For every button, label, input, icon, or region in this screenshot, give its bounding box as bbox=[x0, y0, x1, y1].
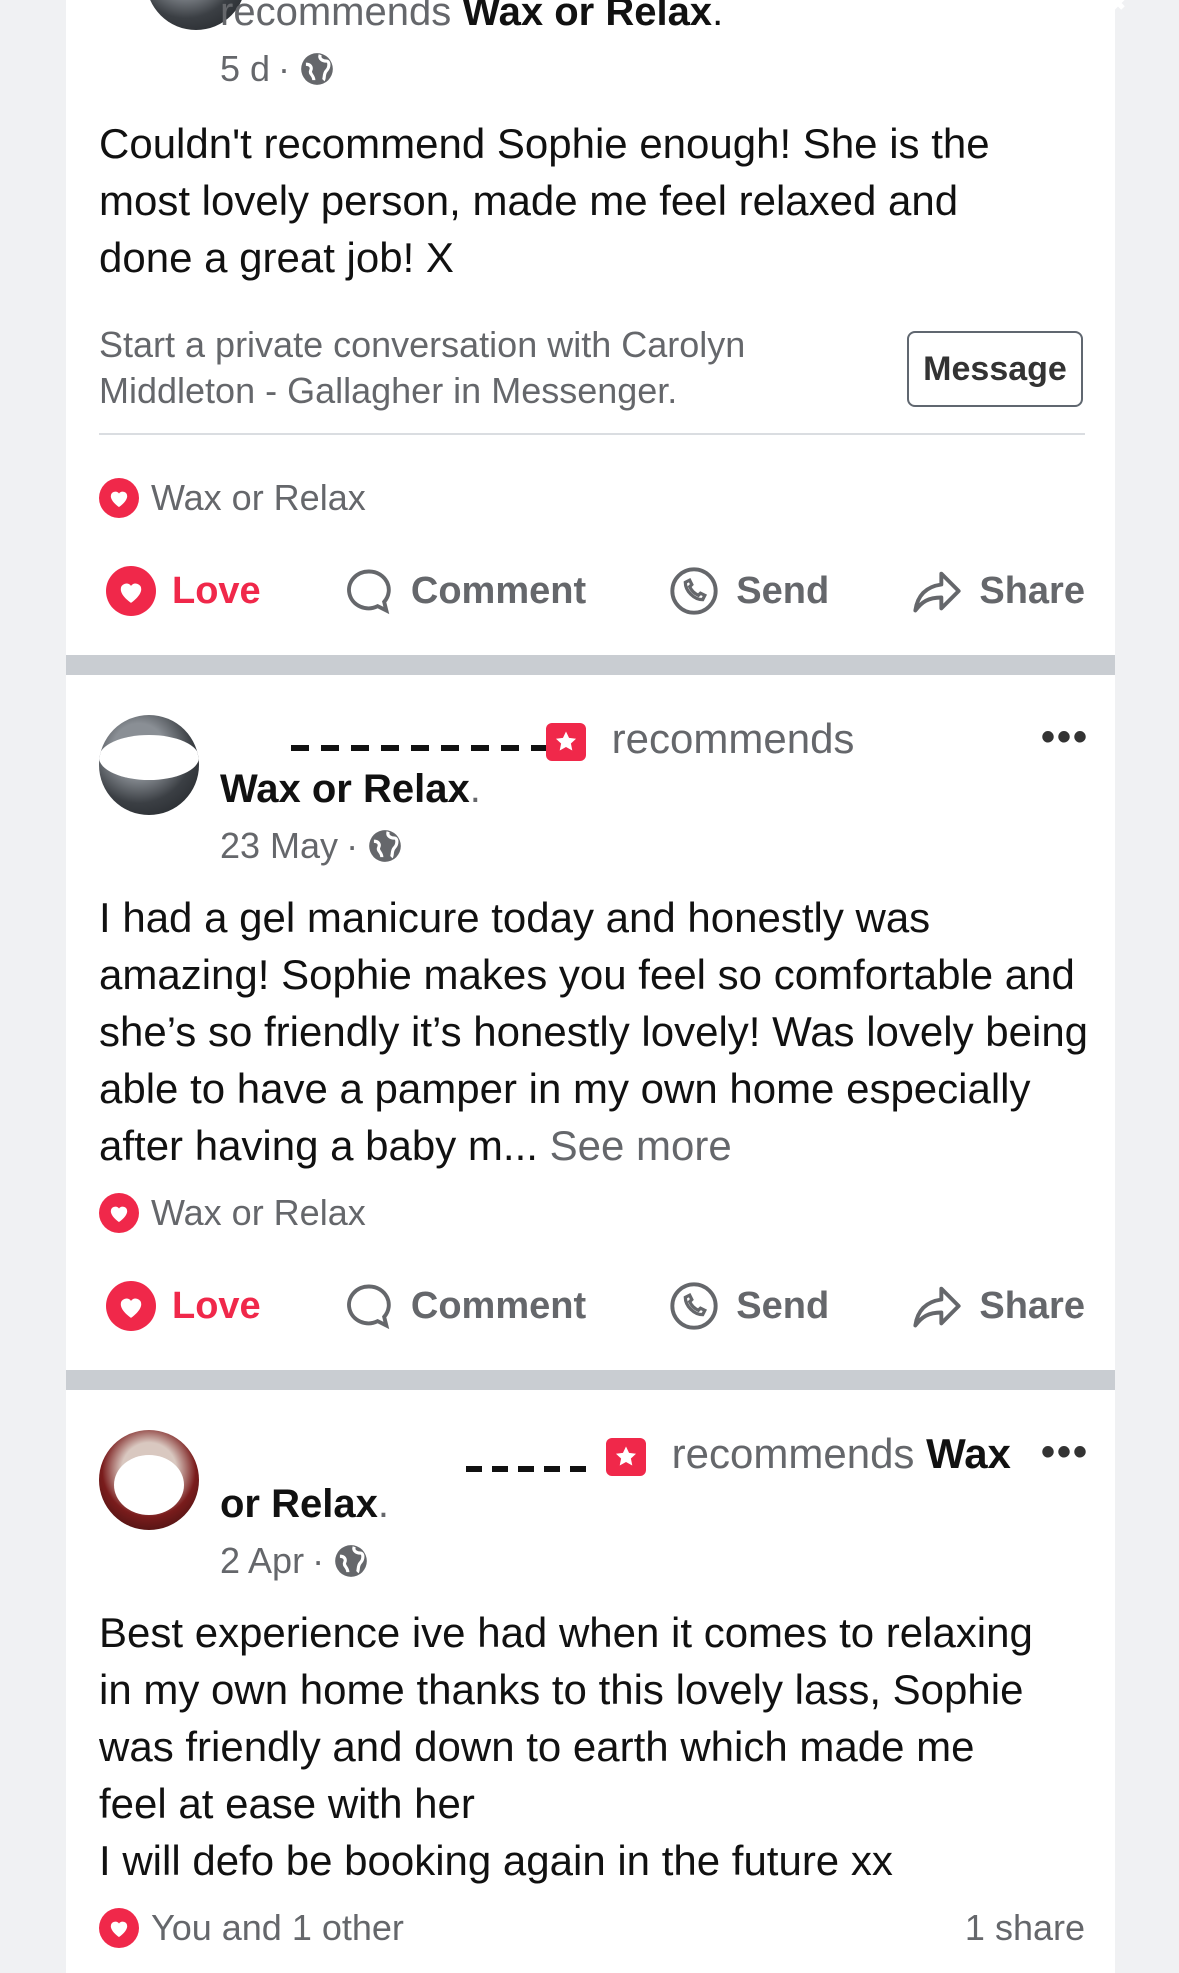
post1-message-prompt-line1: Start a private conversation with Caroly… bbox=[99, 324, 746, 365]
love-label: Love bbox=[172, 569, 261, 612]
post3-meta: 2 Apr · bbox=[220, 1540, 370, 1582]
heart-icon bbox=[99, 478, 139, 518]
share-label: Share bbox=[979, 569, 1085, 612]
post2-time[interactable]: 23 May bbox=[220, 825, 338, 867]
send-icon bbox=[670, 1282, 718, 1330]
post3-body-line1: Best experience ive had when it comes to… bbox=[99, 1609, 1033, 1656]
post3-shares[interactable]: 1 share bbox=[965, 1907, 1085, 1949]
post3-page-name-part2[interactable]: or Relax bbox=[220, 1482, 378, 1526]
more-icon[interactable]: ••• bbox=[1041, 715, 1089, 760]
post-card-3: recommends Wax ••• or Relax. 2 Apr · Best… bbox=[66, 1390, 1115, 1973]
recommend-icon bbox=[606, 1437, 646, 1476]
post3-body-line4: feel at ease with her bbox=[99, 1780, 475, 1827]
share-icon bbox=[913, 571, 961, 613]
post1-message-prompt: Start a private conversation with Caroly… bbox=[99, 322, 745, 414]
post1-reactions[interactable]: Wax or Relax bbox=[99, 477, 366, 519]
post1-time[interactable]: 5 d bbox=[220, 48, 270, 90]
post1-header: recommends Wax or Relax. bbox=[220, 0, 723, 35]
share-button[interactable]: Share bbox=[911, 565, 1085, 617]
post3-page-line: or Relax. bbox=[220, 1482, 389, 1526]
post3-header: recommends Wax bbox=[606, 1430, 1011, 1478]
send-button[interactable]: Send bbox=[668, 1280, 829, 1332]
post2-actions: Love Comment Send Share bbox=[106, 1280, 1085, 1332]
post3-avatar[interactable] bbox=[99, 1430, 199, 1530]
love-label: Love bbox=[172, 1284, 261, 1327]
message-button[interactable]: Message bbox=[907, 331, 1083, 407]
close-icon[interactable] bbox=[1088, 0, 1148, 18]
post3-time[interactable]: 2 Apr bbox=[220, 1540, 304, 1582]
post1-meta: 5 d · bbox=[220, 48, 336, 90]
post2-page-name[interactable]: Wax or Relax bbox=[220, 767, 470, 811]
comment-icon bbox=[346, 569, 391, 615]
divider bbox=[99, 433, 1085, 435]
post-separator bbox=[66, 1370, 1115, 1390]
post3-reactions[interactable]: You and 1 other bbox=[99, 1907, 404, 1949]
see-more-link[interactable]: See more bbox=[550, 1122, 732, 1169]
post2-header: recommends bbox=[546, 715, 854, 763]
heart-icon bbox=[99, 1193, 139, 1233]
post2-meta: 23 May · bbox=[220, 825, 404, 867]
post2-recommends: recommends bbox=[611, 715, 855, 762]
comment-label: Comment bbox=[410, 1284, 587, 1327]
post1-message-prompt-line2: Middleton - Gallagher in Messenger. bbox=[99, 370, 678, 411]
post2-avatar[interactable] bbox=[99, 715, 199, 815]
post-separator bbox=[66, 655, 1115, 675]
love-button[interactable]: Love bbox=[106, 1281, 261, 1331]
heart-icon bbox=[106, 1281, 156, 1331]
post-card-1: recommends Wax or Relax. 5 d · Couldn't r… bbox=[66, 0, 1115, 658]
globe-icon bbox=[301, 53, 333, 85]
post1-body: Couldn't recommend Sophie enough! She is… bbox=[99, 120, 990, 281]
post3-body: Best experience ive had when it comes to… bbox=[99, 1604, 1109, 1889]
recommend-icon bbox=[546, 722, 586, 761]
post3-body-line5: I will defo be booking again in the futu… bbox=[99, 1837, 893, 1884]
redaction-scribble bbox=[466, 1466, 596, 1472]
send-label: Send bbox=[736, 569, 830, 612]
love-button[interactable]: Love bbox=[106, 566, 261, 616]
post3-recommends: recommends bbox=[671, 1430, 915, 1477]
heart-icon bbox=[106, 566, 156, 616]
post-card-2: recommends ••• Wax or Relax. 23 May · I h… bbox=[66, 675, 1115, 1370]
globe-icon bbox=[335, 1545, 367, 1577]
post1-actions: Love Comment Send Share bbox=[106, 565, 1085, 617]
post2-reaction-text: Wax or Relax bbox=[151, 1192, 366, 1233]
share-icon bbox=[913, 1286, 961, 1328]
redaction-scribble bbox=[291, 745, 551, 751]
comment-label: Comment bbox=[410, 569, 587, 612]
heart-icon bbox=[99, 1908, 139, 1948]
post1-page-name[interactable]: Wax or Relax bbox=[462, 0, 712, 34]
share-button[interactable]: Share bbox=[911, 1280, 1085, 1332]
post1-recommends: recommends bbox=[220, 0, 452, 34]
more-icon[interactable]: ••• bbox=[1041, 1430, 1089, 1475]
globe-icon bbox=[369, 830, 401, 862]
post3-body-line2: in my own home thanks to this lovely las… bbox=[99, 1666, 1024, 1713]
send-label: Send bbox=[736, 1284, 830, 1327]
send-button[interactable]: Send bbox=[668, 565, 829, 617]
post2-body: I had a gel manicure today and honestly … bbox=[99, 889, 1099, 1174]
post3-body-line3: was friendly and down to earth which mad… bbox=[99, 1723, 975, 1770]
comment-button[interactable]: Comment bbox=[343, 565, 586, 617]
send-icon bbox=[670, 567, 718, 615]
post2-page-line: Wax or Relax. bbox=[220, 767, 481, 811]
comment-icon bbox=[346, 1284, 391, 1330]
post1-reaction-text: Wax or Relax bbox=[151, 477, 366, 518]
post2-reactions[interactable]: Wax or Relax bbox=[99, 1192, 366, 1234]
post3-reaction-text: You and 1 other bbox=[151, 1907, 404, 1948]
share-label: Share bbox=[979, 1284, 1085, 1327]
post3-page-name-part1[interactable]: Wax bbox=[926, 1430, 1011, 1477]
comment-button[interactable]: Comment bbox=[343, 1280, 586, 1332]
